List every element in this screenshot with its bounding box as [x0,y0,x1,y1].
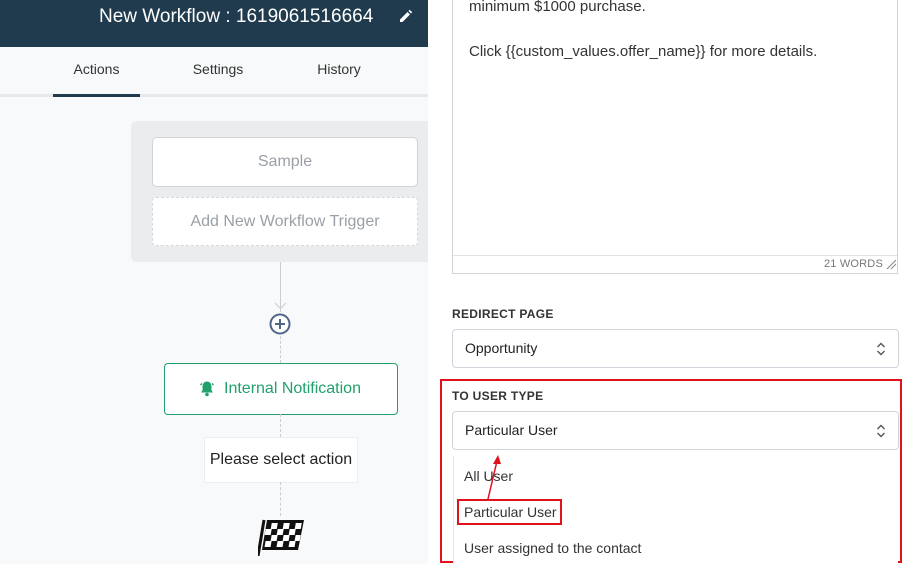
user-type-value: Particular User [465,422,558,438]
redirect-page-value: Opportunity [465,340,538,356]
redirect-page-label: REDIRECT PAGE [452,307,554,321]
editor-status-bar: 21 WORDS [453,255,897,273]
connector-line [280,336,281,363]
workflow-header: New Workflow : 1619061516664 [0,0,428,47]
workflow-canvas: New Workflow : 1619061516664 Actions Set… [0,0,428,564]
tab-settings[interactable]: Settings [174,47,262,94]
word-count: 21 WORDS [823,258,883,270]
connector-line [280,414,281,437]
redirect-page-select[interactable]: Opportunity [452,329,899,368]
message-editor[interactable] [452,0,898,274]
tab-bar: Actions Settings History [0,47,428,97]
workflow-title: New Workflow : 1619061516664 [99,6,374,27]
editor-text-line: minimum $1000 purchase. [469,0,646,15]
user-type-label: TO USER TYPE [452,389,544,403]
editor-text-line: Click {{custom_values.offer_name}} for m… [469,43,818,60]
pencil-icon[interactable] [398,8,414,24]
connector-arrow-icon [274,302,287,310]
sort-arrows-icon [877,424,885,438]
annotation-arrow-icon [487,455,501,500]
add-step-icon[interactable] [269,313,291,335]
finish-flag-icon [258,519,304,556]
tab-actions[interactable]: Actions [53,47,140,97]
option-user-assigned[interactable]: User assigned to the contact [464,540,641,556]
action-label: Internal Notification [224,380,361,397]
sort-arrows-icon [877,342,885,356]
select-action-placeholder[interactable]: Please select action [204,437,358,483]
trigger-card[interactable]: Sample [152,137,418,187]
resize-handle-icon[interactable] [885,258,897,270]
add-trigger-button[interactable]: Add New Workflow Trigger [152,197,418,246]
user-type-select[interactable]: Particular User [452,411,899,450]
tab-history[interactable]: History [296,47,382,94]
connector-line [280,482,281,516]
bell-icon [200,381,214,397]
